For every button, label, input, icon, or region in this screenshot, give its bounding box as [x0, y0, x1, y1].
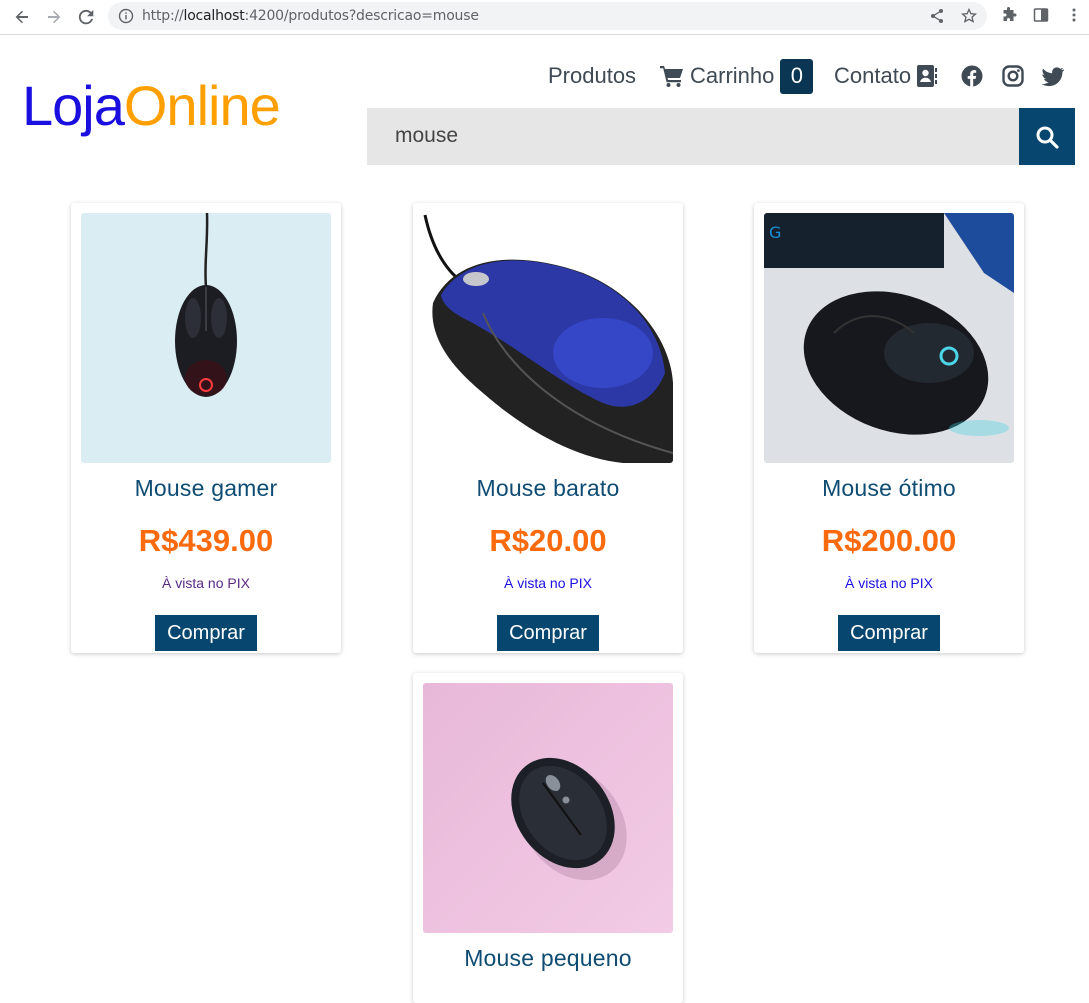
product-title[interactable]: Mouse pequeno: [413, 945, 683, 972]
search-icon: [1036, 126, 1059, 149]
extensions-puzzle-icon[interactable]: [1001, 7, 1017, 23]
share-icon[interactable]: [929, 8, 945, 24]
product-image[interactable]: [423, 683, 673, 933]
search-input-value: mouse: [395, 124, 459, 147]
product-image[interactable]: [423, 213, 673, 463]
logo-part-online: Online: [123, 74, 281, 137]
reload-icon[interactable]: [74, 5, 98, 29]
payment-note: À vista no PIX: [845, 575, 933, 591]
buy-button[interactable]: Comprar: [155, 615, 257, 651]
nav-contato-link[interactable]: Contato: [834, 58, 938, 94]
search-button[interactable]: [1019, 108, 1075, 165]
nav-carrinho-link[interactable]: Carrinho 0: [659, 58, 814, 94]
nav-contato-label: Contato: [834, 63, 912, 88]
twitter-icon[interactable]: [1041, 65, 1065, 87]
back-arrow-icon[interactable]: [10, 5, 34, 29]
product-title[interactable]: Mouse gamer: [71, 475, 341, 502]
product-card: Mouse pequeno: [413, 673, 683, 1003]
address-bar[interactable]: http://localhost:4200/produtos?descricao…: [108, 2, 987, 30]
product-price: R$439.00: [138, 523, 274, 558]
search-input[interactable]: mouse: [367, 108, 1019, 165]
site-info-icon[interactable]: [118, 8, 134, 24]
product-title[interactable]: Mouse ótimo: [754, 475, 1024, 502]
url-text: http://localhost:4200/produtos?descricao…: [142, 8, 479, 24]
svg-text:G: G: [769, 223, 781, 242]
product-price: R$200.00: [821, 523, 957, 558]
instagram-icon[interactable]: [1002, 65, 1024, 87]
product-card: Mouse barato R$20.00 À vista no PIX Comp…: [413, 203, 683, 653]
product-card: Mouse gamer R$439.00 À vista no PIX Comp…: [71, 203, 341, 653]
logo-part-loja: Loja: [22, 74, 125, 137]
kebab-menu-icon[interactable]: [1066, 7, 1082, 23]
product-title[interactable]: Mouse barato: [413, 475, 683, 502]
browser-toolbar: http://localhost:4200/produtos?descricao…: [0, 0, 1089, 35]
product-card: G Mouse ótimo R$200.00 À vista no PIX Co…: [754, 203, 1024, 653]
side-panel-icon[interactable]: [1033, 7, 1049, 23]
buy-button[interactable]: Comprar: [497, 615, 599, 651]
product-price: R$20.00: [489, 523, 607, 558]
contact-book-icon: [917, 65, 938, 87]
product-image[interactable]: [81, 213, 331, 463]
bookmark-star-icon[interactable]: [960, 7, 978, 24]
facebook-icon[interactable]: [961, 65, 983, 87]
forward-arrow-icon[interactable]: [42, 5, 66, 29]
site-logo[interactable]: LojaOnline: [22, 74, 281, 137]
cart-count-badge: 0: [780, 58, 814, 94]
buy-button[interactable]: Comprar: [838, 615, 940, 651]
nav-produtos-link[interactable]: Produtos: [548, 58, 636, 94]
payment-note: À vista no PIX: [504, 575, 592, 591]
nav-carrinho-label: Carrinho: [690, 63, 775, 88]
payment-note: À vista no PIX: [162, 575, 250, 591]
product-image[interactable]: G: [764, 213, 1014, 463]
shopping-cart-icon: [659, 64, 685, 88]
